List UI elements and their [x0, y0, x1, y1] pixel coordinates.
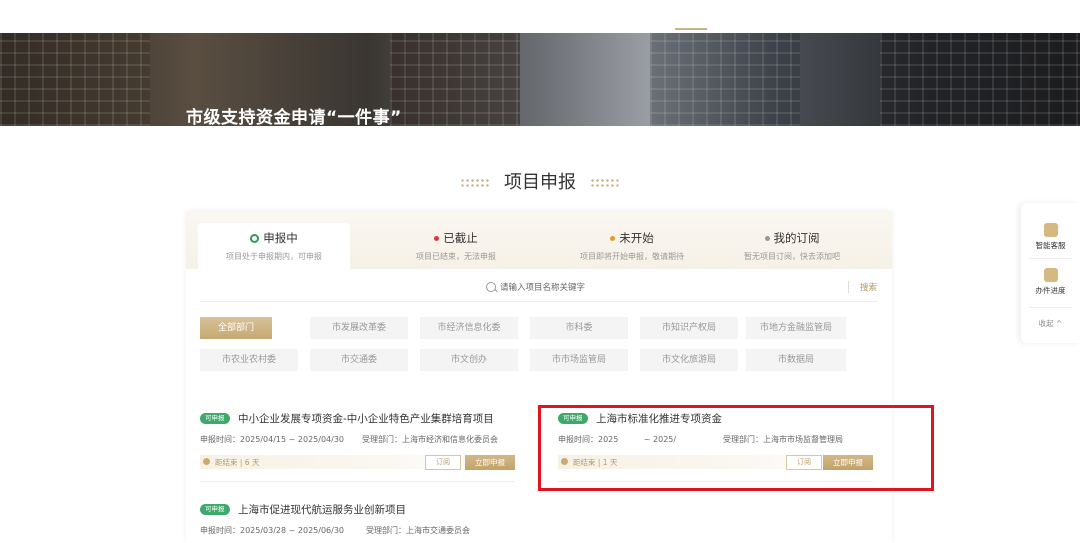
- status-dot-icon: [434, 236, 440, 241]
- document-icon: [1043, 268, 1058, 282]
- tab-applying[interactable]: 申报中 项目处于申报期内，可申报: [198, 223, 350, 271]
- dept-filter[interactable]: 市知识产权局: [640, 317, 738, 339]
- dept-filter[interactable]: 市市场监管局: [530, 349, 628, 371]
- project-card[interactable]: 可申报 中小企业发展专项资金-中小企业特色产业集群培育项目 申报时间：2025/…: [200, 411, 518, 483]
- smart-service-button[interactable]: 智能客服: [1021, 223, 1080, 251]
- project-dept: 受理部门：上海市经济和信息化委员会: [362, 435, 498, 444]
- section-heading: 项目申报: [0, 168, 1080, 194]
- project-time: 申报时间：2025/04/15 ~ 2025/04/30: [200, 435, 345, 444]
- divider: [848, 281, 849, 293]
- section-title: 项目申报: [504, 172, 576, 193]
- apply-button[interactable]: 立即申报: [465, 455, 515, 470]
- dept-filter[interactable]: 市文化旅游局: [640, 349, 738, 371]
- project-title[interactable]: 中小企业发展专项资金-中小企业特色产业集群培育项目: [238, 411, 494, 426]
- search-bar: 请输入项目名称关键字 搜索: [200, 277, 878, 302]
- status-dot-icon: [250, 234, 260, 243]
- status-badge: 可申报: [200, 413, 230, 424]
- top-nav-bar: [0, 0, 1080, 33]
- clock-icon: [203, 458, 210, 465]
- chat-bot-icon: [1043, 223, 1058, 237]
- building-graphic: [390, 33, 520, 126]
- nav-active-indicator: [675, 28, 707, 30]
- highlight-box: [538, 405, 934, 491]
- dept-filter[interactable]: 市农业农村委: [200, 349, 298, 371]
- status-dot-icon: [610, 236, 616, 241]
- dept-filter[interactable]: 市经济信息化委: [420, 317, 518, 339]
- building-graphic: [880, 33, 1080, 126]
- dept-filter-all[interactable]: 全部部门: [200, 317, 272, 339]
- banner-title: 市级支持资金申请“一件事”: [186, 108, 402, 126]
- divider: [1029, 307, 1072, 308]
- tab-not-started[interactable]: 未开始 项目即将开始申报，敬请期待: [556, 223, 708, 271]
- dept-filter[interactable]: 市科委: [530, 317, 628, 339]
- dept-filter[interactable]: 市发展改革委: [310, 317, 408, 339]
- project-card[interactable]: 可申报 上海市促进现代航运服务业创新项目 申报时间：2025/03/28 ~ 2…: [200, 502, 518, 543]
- progress-button[interactable]: 办件进度: [1021, 268, 1080, 296]
- hero-banner: 市级支持资金申请“一件事”: [0, 33, 1080, 126]
- dept-filter[interactable]: 市数据局: [746, 349, 846, 371]
- search-input[interactable]: 请输入项目名称关键字: [500, 281, 585, 293]
- search-icon: [486, 282, 496, 292]
- dept-filter[interactable]: 市地方金融监管局: [746, 317, 846, 339]
- project-panel: 申报中 项目处于申报期内，可申报 已截止 项目已结束，无法申报 未开始 项目即将…: [186, 211, 892, 543]
- collapse-button[interactable]: 收起 ^: [1021, 318, 1080, 329]
- decor-dots: [460, 178, 490, 188]
- subscribe-button[interactable]: 订阅: [425, 455, 461, 470]
- status-badge: 可申报: [200, 504, 230, 515]
- floating-toolbar: 智能客服 办件进度 收起 ^: [1021, 203, 1080, 343]
- decor-dots: [590, 178, 620, 188]
- tab-my-subscriptions[interactable]: 我的订阅 暂无项目订阅，快去添加吧: [716, 223, 868, 271]
- divider: [1029, 258, 1072, 259]
- dept-filter[interactable]: 市文创办: [420, 349, 518, 371]
- search-button[interactable]: 搜索: [860, 281, 877, 293]
- divider: [200, 481, 515, 482]
- building-graphic: [650, 33, 800, 126]
- project-dept: 受理部门：上海市交通委员会: [366, 526, 470, 535]
- tab-closed[interactable]: 已截止 项目已结束，无法申报: [380, 223, 532, 271]
- project-title[interactable]: 上海市促进现代航运服务业创新项目: [238, 502, 406, 517]
- project-time: 申报时间：2025/03/28 ~ 2025/06/30: [200, 526, 345, 535]
- building-graphic: [0, 33, 150, 126]
- status-tabs: 申报中 项目处于申报期内，可申报 已截止 项目已结束，无法申报 未开始 项目即将…: [186, 211, 892, 271]
- status-dot-icon: [764, 236, 770, 241]
- dept-filter[interactable]: 市交通委: [310, 349, 408, 371]
